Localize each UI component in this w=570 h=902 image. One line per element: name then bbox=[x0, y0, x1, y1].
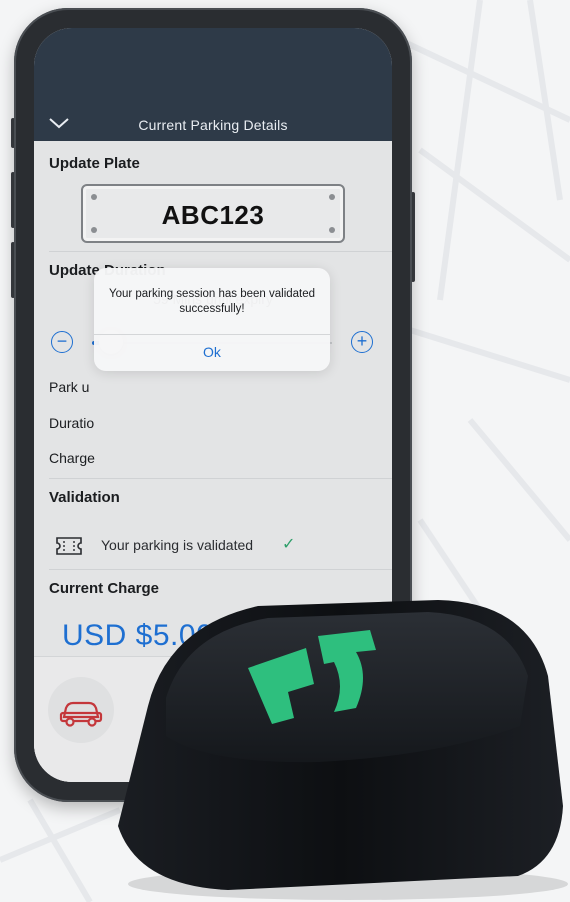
duration-label: Duratio bbox=[49, 415, 95, 431]
success-dialog: Your parking session has been validated … bbox=[94, 268, 330, 371]
check-icon: ✓ bbox=[282, 536, 296, 553]
minus-circle-icon[interactable]: − bbox=[51, 331, 73, 353]
page-title: Current Parking Details bbox=[138, 117, 288, 133]
dialog-ok-button[interactable]: Ok bbox=[94, 344, 330, 360]
charge-label: Charge bbox=[49, 450, 95, 466]
parking-sensor-device bbox=[118, 600, 568, 900]
update-plate-title: Update Plate bbox=[49, 155, 140, 172]
validation-status: Your parking is validated bbox=[101, 537, 254, 553]
header-bar: Current Parking Details bbox=[34, 28, 392, 141]
license-plate[interactable]: ABC123 bbox=[81, 184, 345, 243]
plus-circle-icon[interactable]: + bbox=[351, 331, 373, 353]
car-button[interactable] bbox=[48, 677, 114, 743]
park-until-label: Park u bbox=[49, 379, 90, 395]
validation-title: Validation bbox=[49, 489, 120, 506]
plate-number: ABC123 bbox=[161, 200, 265, 230]
dialog-message: Your parking session has been validated … bbox=[108, 288, 316, 315]
ticket-icon bbox=[56, 537, 82, 555]
car-icon bbox=[59, 701, 103, 727]
